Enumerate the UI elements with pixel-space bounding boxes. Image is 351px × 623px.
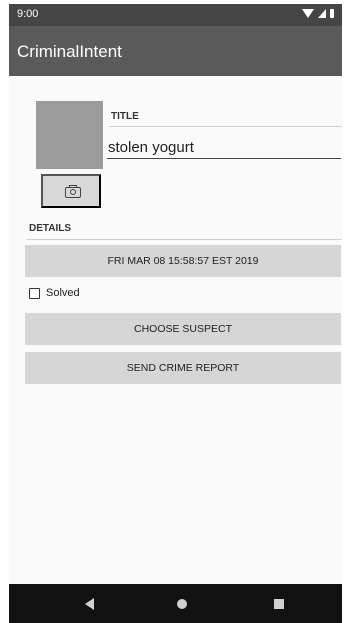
recent-apps-icon[interactable] — [274, 599, 284, 609]
solved-checkbox[interactable] — [29, 287, 40, 299]
home-icon[interactable] — [177, 599, 187, 609]
title-label: TITLE — [111, 111, 139, 122]
back-icon[interactable] — [85, 598, 94, 610]
send-report-button[interactable]: SEND CRIME REPORT — [25, 352, 341, 384]
wifi-icon — [302, 9, 314, 18]
status-bar: 9:00 — [9, 4, 342, 26]
camera-icon-lens — [70, 189, 76, 195]
solved-checkbox-row[interactable]: Solved — [29, 287, 80, 299]
crime-photo — [36, 101, 103, 169]
app-bar: CriminalIntent — [9, 26, 342, 76]
status-icons — [302, 9, 334, 18]
crime-date-button[interactable]: FRI MAR 08 15:58:57 EST 2019 — [25, 245, 341, 277]
signal-icon — [318, 9, 326, 18]
battery-icon — [330, 9, 334, 18]
details-divider — [26, 239, 342, 240]
phone-screen: 9:00 CriminalIntent TITLE DETAILS FRI MA… — [9, 4, 342, 623]
app-title: CriminalIntent — [17, 42, 122, 61]
crime-title-input[interactable] — [107, 137, 341, 159]
title-divider — [109, 126, 342, 127]
camera-button[interactable] — [41, 174, 101, 208]
navigation-bar — [9, 584, 342, 623]
choose-suspect-button[interactable]: CHOOSE SUSPECT — [25, 313, 341, 345]
solved-label: Solved — [46, 287, 80, 299]
details-label: DETAILS — [29, 223, 72, 234]
status-time: 9:00 — [17, 8, 39, 20]
